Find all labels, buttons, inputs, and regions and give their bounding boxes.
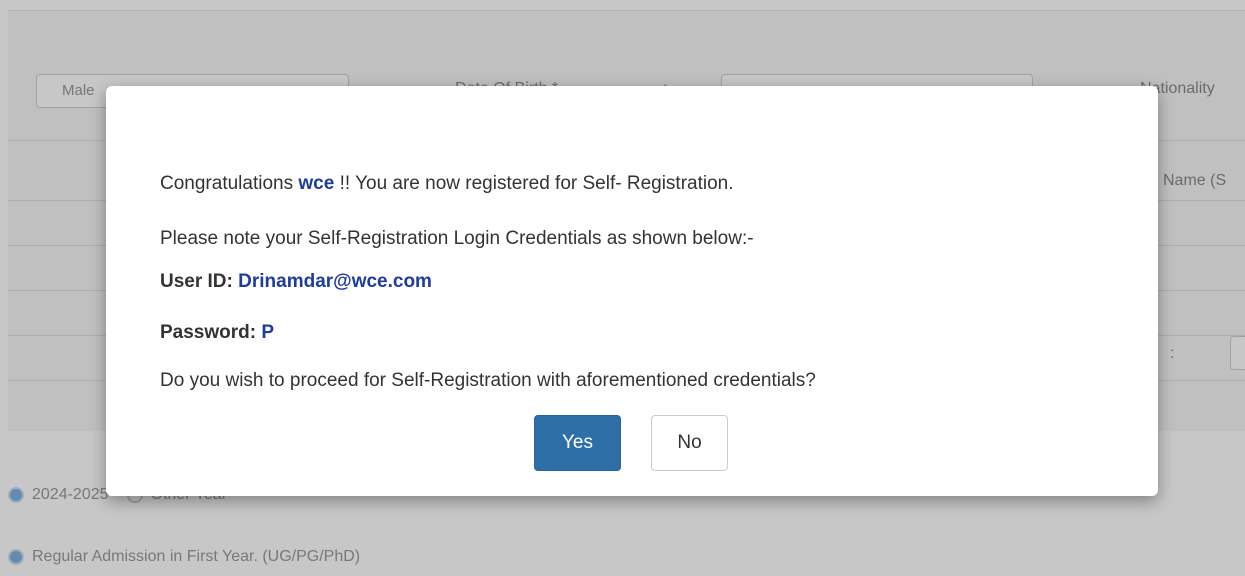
congrats-prefix: Congratulations xyxy=(160,173,299,194)
yes-button[interactable]: Yes xyxy=(534,415,621,471)
proceed-question: Do you wish to proceed for Self-Registra… xyxy=(160,370,816,391)
user-id-value: Drinamdar@wce.com xyxy=(238,271,432,292)
user-id-label: User ID: xyxy=(160,271,239,292)
user-id-line: User ID: Drinamdar@wce.com xyxy=(160,271,432,293)
congratulations-message: Congratulations wce !! You are now regis… xyxy=(160,173,734,195)
credentials-note: Please note your Self-Registration Login… xyxy=(160,228,754,249)
congrats-suffix: !! You are now registered for Self- Regi… xyxy=(334,173,734,194)
no-button[interactable]: No xyxy=(651,415,728,471)
password-value: P xyxy=(261,322,275,343)
password-label: Password: xyxy=(160,322,262,343)
registered-username: wce xyxy=(298,173,335,194)
registration-success-dialog: Congratulations wce !! You are now regis… xyxy=(106,86,1158,496)
password-line: Password: P xyxy=(160,322,274,344)
